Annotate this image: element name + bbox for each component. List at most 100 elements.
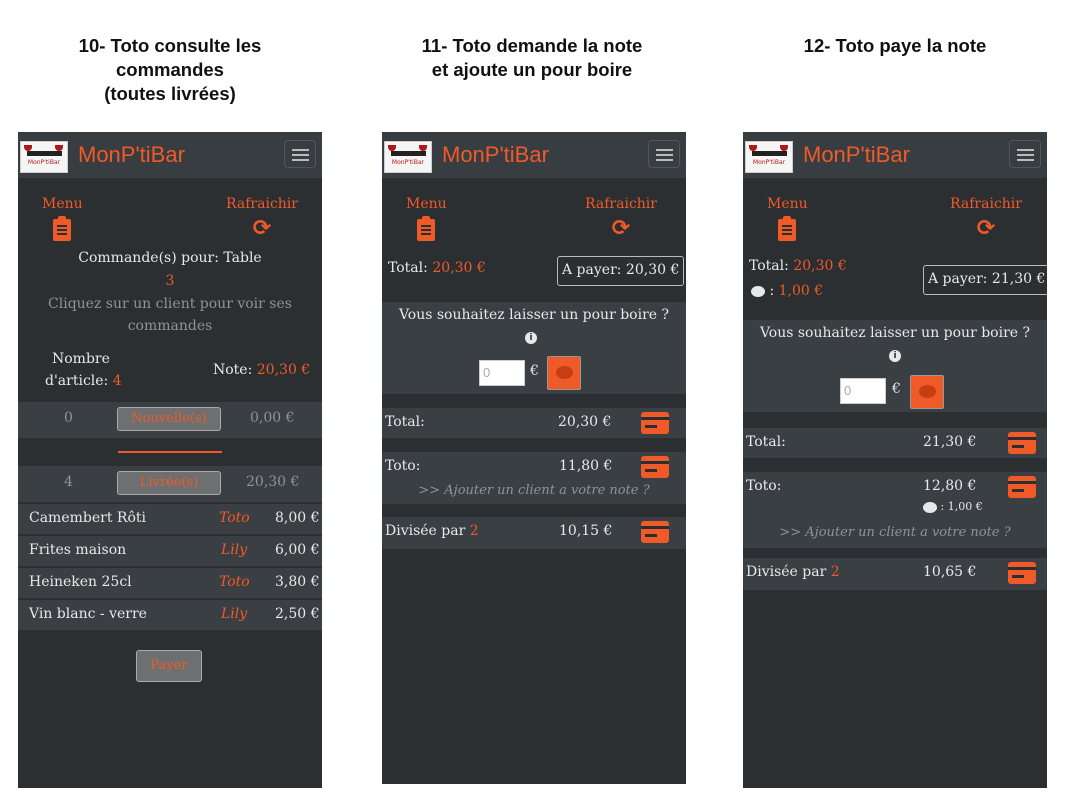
piggy-bank-button[interactable] (547, 356, 581, 390)
menu-label: Menu (406, 196, 447, 212)
pay-button[interactable]: Payer (136, 650, 202, 682)
list-item[interactable]: Frites maison Lily 6,00 € (18, 536, 322, 566)
currency-symbol: € (530, 363, 539, 379)
tip-summary: : 1,00 € (751, 283, 823, 299)
client-name: Toto: (746, 478, 782, 494)
tip-input[interactable]: 0 (479, 360, 525, 386)
app-logo[interactable]: MonP'tiBar (384, 141, 432, 173)
menu-button[interactable]: Menu (767, 196, 808, 241)
item-price: 6,00 € (275, 542, 320, 558)
piggy-bank-icon (923, 501, 937, 513)
credit-card-icon[interactable] (1008, 476, 1036, 498)
refresh-button[interactable]: Rafraichir ⟳ (224, 196, 300, 240)
split-amount: 10,15 € (559, 523, 613, 539)
menu-button[interactable]: Menu (406, 196, 447, 241)
tip-question: Vous souhaitez laisser un pour boire ? (759, 325, 1031, 341)
total-summary: Total: 20,30 € (749, 258, 847, 274)
split-row: Divisée par 2 10,15 € (382, 517, 686, 549)
note-label: Note: 20,30 € (213, 362, 311, 378)
item-client: Lily (221, 542, 248, 558)
client-row-toto[interactable]: Toto: 11,80 € >> Ajouter un client a vot… (382, 452, 686, 504)
credit-card-icon[interactable] (1008, 562, 1036, 584)
clipboard-icon (53, 216, 71, 241)
client-name: Toto: (385, 458, 421, 474)
row-total-label: Total: (385, 414, 425, 430)
list-item[interactable]: Heineken 25cl Toto 3,80 € (18, 568, 322, 598)
table-number: 3 (165, 273, 175, 289)
item-name: Vin blanc - verre (29, 606, 147, 622)
caption-line: commandes (116, 59, 224, 80)
item-price: 3,80 € (275, 574, 320, 590)
total-amount: 20,30 € (432, 260, 486, 276)
row-total-amount: 20,30 € (558, 414, 612, 430)
menu-toggle-button[interactable] (648, 140, 680, 168)
brand-title[interactable]: MonP'tiBar (803, 142, 910, 168)
client-tip: : 1,00 € (923, 500, 983, 513)
divider (118, 451, 222, 453)
piggy-bank-button[interactable] (910, 375, 944, 409)
caption-line: 10- Toto consulte les (78, 35, 262, 56)
add-client-link[interactable]: >> Ajouter un client a votre note ? (743, 525, 1047, 540)
app-logo[interactable]: MonP'tiBar (745, 141, 793, 173)
credit-card-icon[interactable] (641, 521, 669, 543)
split-label: Divisée par 2 (746, 564, 840, 580)
add-client-link[interactable]: >> Ajouter un client a votre note ? (382, 483, 686, 498)
app-logo[interactable]: MonP'tiBar (20, 141, 68, 173)
menu-toggle-button[interactable] (1009, 140, 1041, 168)
orders-for-label: Commande(s) pour: Table (78, 250, 262, 266)
piggy-bank-icon (751, 285, 765, 297)
articles-count: 4 (112, 373, 122, 389)
item-name: Frites maison (29, 542, 127, 558)
menu-button[interactable]: Menu (42, 196, 83, 241)
articles-label: d'article: 4 (45, 373, 122, 389)
caption-line: 11- Toto demande la note (421, 35, 643, 56)
credit-card-icon[interactable] (641, 412, 669, 434)
brand-title[interactable]: MonP'tiBar (442, 142, 549, 168)
tip-input[interactable]: 0 (840, 378, 886, 404)
split-row: Divisée par 2 10,65 € (743, 558, 1047, 590)
refresh-icon: ⟳ (976, 216, 996, 241)
screen-orders: MonP'tiBar MonP'tiBar Menu Rafraichir ⟳ … (18, 132, 322, 788)
total-row: Total: 20,30 € (382, 408, 686, 438)
caption-line: 12- Toto paye la note (803, 35, 987, 56)
refresh-label: Rafraichir (950, 196, 1022, 212)
info-icon[interactable]: i (889, 350, 901, 362)
row-total-amount: 21,30 € (923, 434, 977, 450)
client-row-toto[interactable]: Toto: 12,80 € : 1,00 € >> Ajouter un cli… (743, 472, 1047, 548)
credit-card-icon[interactable] (1008, 432, 1036, 454)
menu-toggle-button[interactable] (284, 140, 316, 168)
client-amount: 11,80 € (559, 458, 613, 474)
screen-pay-bill: MonP'tiBar MonP'tiBar Menu Rafraichir ⟳ … (743, 132, 1047, 788)
new-status-button[interactable]: Nouvelle(s) (117, 407, 221, 431)
brand-title[interactable]: MonP'tiBar (78, 142, 185, 168)
status-row-new[interactable]: 0 Nouvelle(s) 0,00 € (18, 402, 322, 438)
new-amount: 0,00 € (250, 410, 295, 426)
tip-section: Vous souhaitez laisser un pour boire ? i… (382, 302, 686, 394)
split-count: 2 (830, 564, 840, 580)
client-hint-line-1: Cliquez sur un client pour voir ses (48, 296, 292, 312)
caption-step-10: 10- Toto consulte les commandes (toutes … (20, 34, 320, 106)
split-count: 2 (469, 523, 479, 539)
refresh-button[interactable]: Rafraichir ⟳ (948, 196, 1024, 240)
status-row-delivered[interactable]: 4 Livrée(s) 20,30 € (18, 466, 322, 502)
articles-label-1: Nombre (52, 351, 110, 367)
split-label: Divisée par 2 (385, 523, 479, 539)
caption-step-11: 11- Toto demande la note et ajoute un po… (382, 34, 682, 82)
item-name: Camembert Rôti (29, 510, 146, 526)
delivered-status-button[interactable]: Livrée(s) (117, 471, 221, 495)
total-summary: Total: 20,30 € (388, 260, 486, 276)
list-item[interactable]: Vin blanc - verre Lily 2,50 € (18, 600, 322, 630)
total-amount: 20,30 € (793, 258, 847, 274)
client-amount: 12,80 € (923, 478, 977, 494)
item-client: Toto (219, 510, 250, 526)
refresh-icon: ⟳ (611, 216, 631, 241)
list-item[interactable]: Camembert Rôti Toto 8,00 € (18, 504, 322, 534)
tip-section: Vous souhaitez laisser un pour boire ? i… (743, 320, 1047, 412)
clipboard-icon (778, 216, 796, 241)
refresh-button[interactable]: Rafraichir ⟳ (583, 196, 659, 240)
credit-card-icon[interactable] (641, 456, 669, 478)
item-client: Lily (221, 606, 248, 622)
info-icon[interactable]: i (525, 332, 537, 344)
caption-step-12: 12- Toto paye la note (743, 34, 1047, 58)
currency-symbol: € (892, 381, 901, 397)
